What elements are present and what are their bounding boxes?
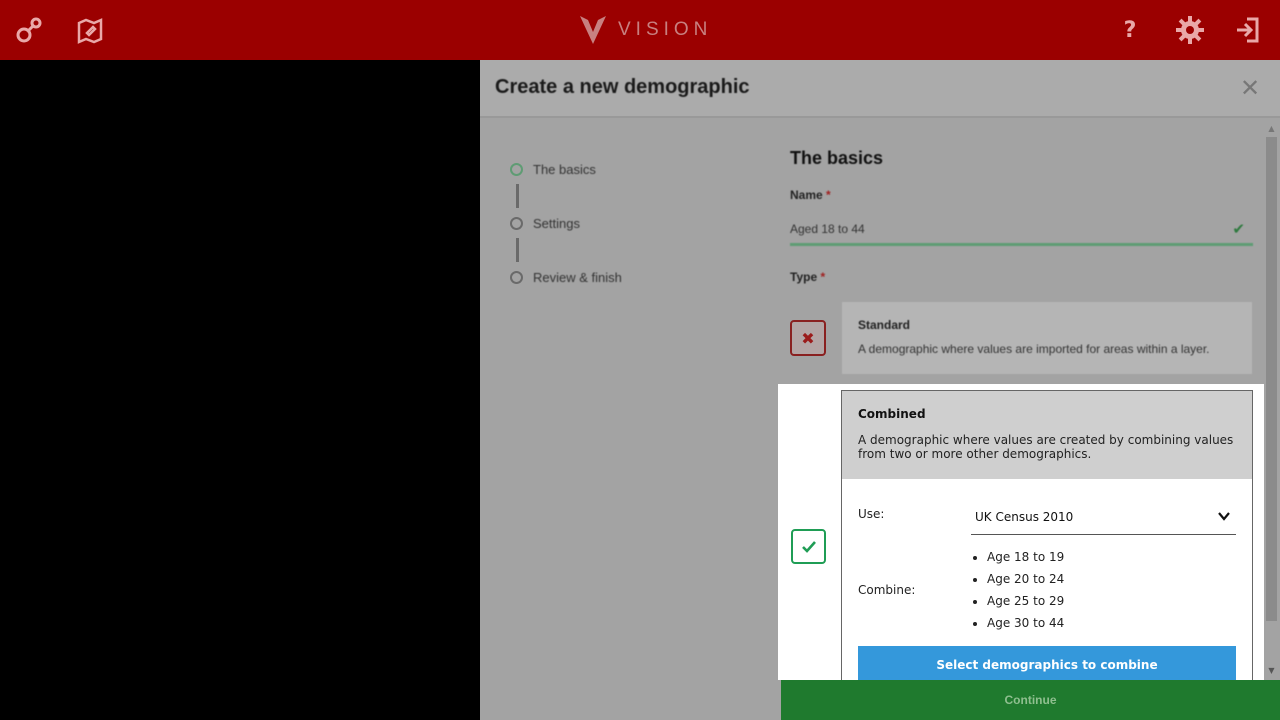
- settings-icon[interactable]: [1172, 12, 1208, 48]
- list-item: Age 30 to 44: [987, 615, 1064, 637]
- combined-description: A demographic where values are created b…: [858, 433, 1234, 461]
- step-indicator-icon: [510, 216, 523, 230]
- combine-list: Age 18 to 19 Age 20 to 24 Age 25 to 29 A…: [987, 549, 1064, 637]
- valid-check-icon: ✔: [1232, 221, 1245, 238]
- step-label: Review & finish: [533, 269, 622, 285]
- list-item: Age 20 to 24: [987, 571, 1064, 593]
- logo-text: VISION: [618, 19, 713, 40]
- combined-type-option[interactable]: Combined A demographic where values are …: [841, 390, 1253, 680]
- step-label: The basics: [533, 161, 596, 177]
- combined-title: Combined: [858, 407, 926, 421]
- combined-header: Combined A demographic where values are …: [842, 391, 1252, 479]
- scrollbar-thumb[interactable]: [1266, 137, 1277, 621]
- app-logo: VISION: [578, 14, 712, 46]
- step-indicator-icon: [510, 162, 523, 176]
- combined-selected-checkbox[interactable]: [791, 529, 826, 564]
- wizard-steps: The basics Settings Review & finish: [510, 160, 770, 286]
- top-bar: VISION ?: [0, 0, 1280, 60]
- step-label: Settings: [533, 215, 580, 231]
- map-edit-icon[interactable]: [72, 12, 108, 48]
- vision-logo-icon: [580, 16, 606, 44]
- list-item: Age 18 to 19: [987, 549, 1064, 571]
- continue-button[interactable]: Continue: [781, 680, 1280, 720]
- connections-icon[interactable]: [11, 12, 47, 48]
- check-icon: [801, 540, 816, 553]
- use-label: Use:: [858, 507, 885, 521]
- step-the-basics[interactable]: The basics: [510, 160, 770, 178]
- step-connector: [516, 238, 519, 262]
- modal-header: Create a new demographic ✕: [480, 60, 1280, 118]
- step-review-finish[interactable]: Review & finish: [510, 268, 770, 286]
- step-connector: [516, 184, 519, 208]
- standard-type-option[interactable]: Standard A demographic where values are …: [842, 302, 1252, 374]
- type-label: Type *: [790, 270, 826, 284]
- help-icon[interactable]: ?: [1112, 12, 1148, 48]
- standard-unselected-icon[interactable]: ✖: [790, 320, 826, 356]
- step-settings[interactable]: Settings: [510, 214, 770, 232]
- scroll-down-icon[interactable]: ▼: [1266, 666, 1277, 676]
- chevron-down-icon: [1218, 512, 1230, 521]
- section-title: The basics: [790, 148, 884, 168]
- logout-icon[interactable]: [1230, 12, 1266, 48]
- list-item: Age 25 to 29: [987, 593, 1064, 615]
- scroll-up-icon[interactable]: ▲: [1266, 124, 1277, 134]
- modal-title: Create a new demographic: [495, 76, 750, 98]
- name-input[interactable]: Aged 18 to 44 ✔: [790, 214, 1253, 246]
- combine-label: Combine:: [858, 583, 916, 597]
- step-indicator-icon: [510, 270, 523, 284]
- map-area: [0, 60, 480, 720]
- use-select[interactable]: UK Census 2010: [971, 499, 1236, 535]
- select-demographics-button[interactable]: Select demographics to combine: [858, 646, 1236, 680]
- close-icon[interactable]: ✕: [1238, 76, 1262, 100]
- name-label: Name *: [790, 188, 831, 202]
